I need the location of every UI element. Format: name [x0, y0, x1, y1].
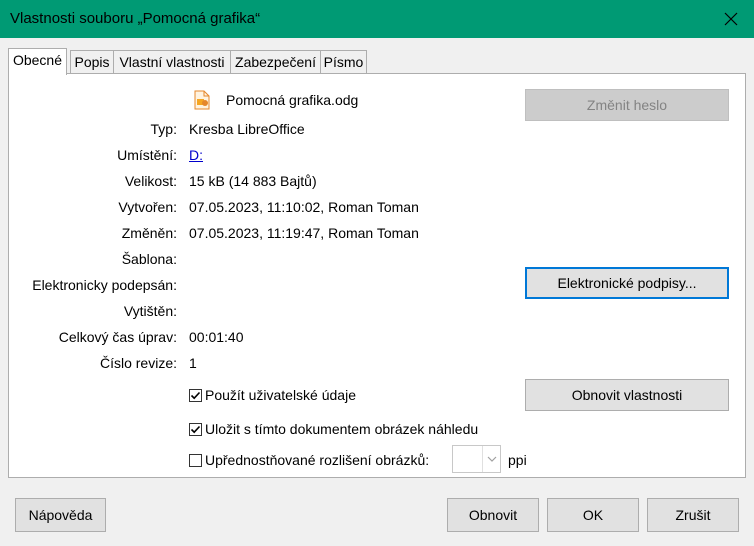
- ppi-label: ppi: [508, 452, 527, 468]
- reset-button[interactable]: Obnovit: [447, 498, 539, 532]
- use-user-data-checkbox[interactable]: [189, 389, 202, 402]
- resolution-combo[interactable]: [452, 445, 501, 473]
- revision-label: Číslo revize:: [99, 355, 177, 371]
- type-value: Kresba LibreOffice: [189, 121, 305, 137]
- draw-document-icon: [194, 90, 210, 110]
- preferred-resolution-label: Upřednostňované rozlišení obrázků:: [205, 452, 430, 468]
- location-label: Umístění:: [117, 147, 177, 163]
- size-label: Velikost:: [124, 173, 177, 189]
- tab-font[interactable]: Písmo: [320, 50, 367, 74]
- file-icon: [192, 90, 212, 110]
- location-link[interactable]: D:: [189, 147, 203, 163]
- created-label: Vytvořen:: [118, 199, 177, 215]
- signed-label: Elektronicky podepsán:: [32, 277, 177, 293]
- ok-button[interactable]: OK: [547, 498, 639, 532]
- file-name: Pomocná grafika.odg: [226, 92, 359, 108]
- change-password-button[interactable]: Změnit heslo: [525, 89, 729, 121]
- size-value: 15 kB (14 883 Bajtů): [189, 173, 317, 189]
- title-bar: Vlastnosti souboru „Pomocná grafika“: [0, 0, 754, 38]
- close-icon: [724, 12, 738, 26]
- digital-signatures-button[interactable]: Elektronické podpisy...: [525, 267, 729, 299]
- created-value: 07.05.2023, 11:10:02, Roman Toman: [189, 199, 419, 215]
- modified-label: Změněn:: [121, 225, 177, 241]
- cancel-button[interactable]: Zrušit: [647, 498, 739, 532]
- tab-general[interactable]: Obecné: [8, 48, 67, 75]
- help-button[interactable]: Nápověda: [15, 498, 106, 532]
- revision-value: 1: [189, 355, 197, 371]
- save-thumbnail-checkbox[interactable]: [189, 423, 202, 436]
- preferred-resolution-checkbox[interactable]: [189, 454, 202, 467]
- check-icon: [190, 391, 201, 400]
- use-user-data-label: Použít uživatelské údaje: [205, 387, 356, 403]
- close-button[interactable]: [708, 0, 754, 38]
- check-icon: [190, 425, 201, 434]
- modified-value: 07.05.2023, 11:19:47, Roman Toman: [189, 225, 419, 241]
- edit-time-value: 00:01:40: [189, 329, 244, 345]
- printed-label: Vytištěn:: [123, 303, 177, 319]
- reset-properties-button[interactable]: Obnovit vlastnosti: [525, 379, 729, 411]
- chevron-down-icon: [487, 456, 496, 462]
- edit-time-label: Celkový čas úprav:: [58, 329, 177, 345]
- type-label: Typ:: [150, 121, 177, 137]
- window-title: Vlastnosti souboru „Pomocná grafika“: [10, 10, 261, 27]
- tab-custom-properties[interactable]: Vlastní vlastnosti: [113, 50, 231, 74]
- template-label: Šablona:: [121, 251, 177, 267]
- tab-description[interactable]: Popis: [70, 50, 114, 74]
- save-thumbnail-label: Uložit s tímto dokumentem obrázek náhled…: [205, 421, 479, 437]
- resolution-dropdown-toggle[interactable]: [482, 446, 500, 472]
- tab-security[interactable]: Zabezpečení: [230, 50, 321, 74]
